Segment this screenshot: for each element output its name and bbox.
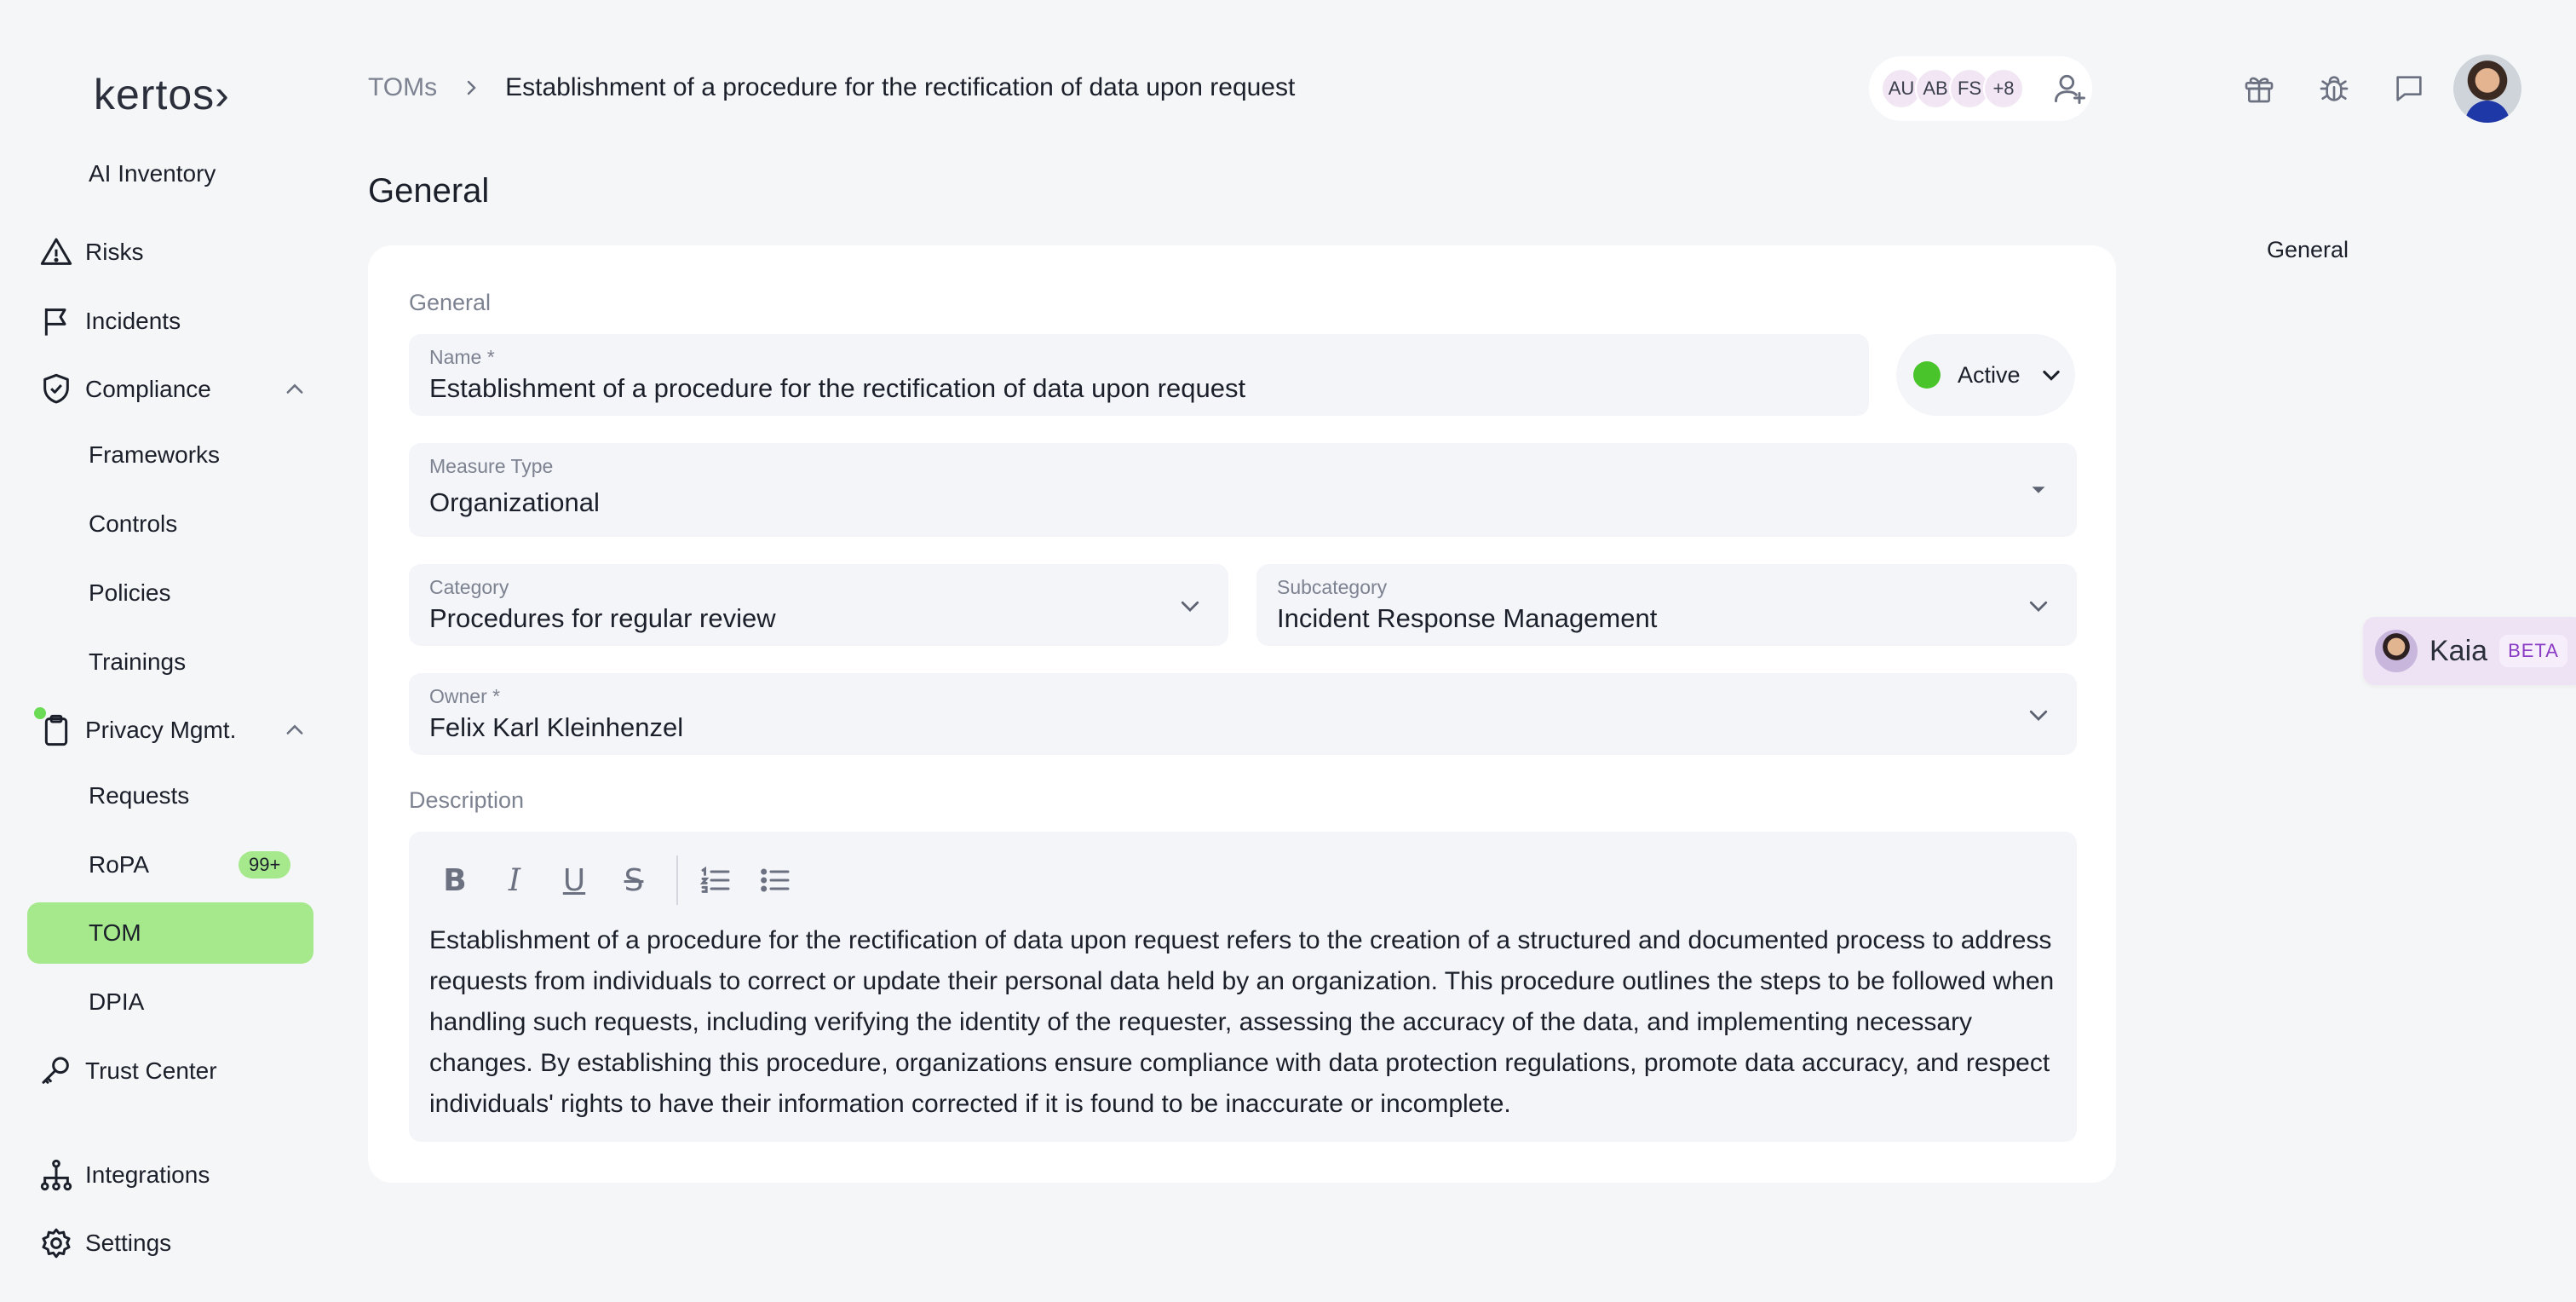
field-label: Measure Type <box>429 455 554 477</box>
field-label: Name * <box>429 346 495 368</box>
sidebar-item-label: Policies <box>89 579 171 606</box>
sidebar-item-label: Trainings <box>89 648 187 675</box>
chevron-up-icon[interactable] <box>283 718 307 742</box>
chevron-down-icon <box>2042 370 2060 381</box>
sidebar-item-label: DPIA <box>89 988 145 1015</box>
user-avatar[interactable] <box>2453 55 2521 123</box>
toc-item-general[interactable]: General <box>2267 237 2349 263</box>
sidebar-item-label: Risks <box>85 239 144 265</box>
sidebar-item-dpia[interactable]: DPIA <box>27 971 313 1033</box>
sidebar: kertos› AI Inventory Risks Incidents Com… <box>0 0 341 1302</box>
bullet-list-icon[interactable] <box>753 858 797 902</box>
bold-button[interactable]: B <box>433 858 477 902</box>
kaia-assistant-button[interactable]: Kaia BETA <box>2363 617 2576 685</box>
sidebar-item-label: Controls <box>89 510 178 537</box>
assistant-name: Kaia <box>2429 634 2488 667</box>
sidebar-item-label: RoPA <box>89 851 150 878</box>
chevron-down-icon <box>2029 710 2048 721</box>
clipboard-icon <box>27 713 85 747</box>
owner-value: Felix Karl Kleinhenzel <box>429 712 684 742</box>
underline-button[interactable]: U <box>552 858 596 902</box>
flag-icon <box>27 304 85 338</box>
chevron-down-icon <box>2029 601 2048 612</box>
field-label: Subcategory <box>1277 576 1388 598</box>
italic-button[interactable]: I <box>492 858 537 902</box>
sidebar-item-settings[interactable]: Settings <box>27 1213 313 1274</box>
shield-check-icon <box>27 372 85 406</box>
bug-icon[interactable] <box>2317 72 2351 106</box>
measure-type-value: Organizational <box>429 487 600 517</box>
section-label-general: General <box>409 290 492 315</box>
sidebar-item-label: Privacy Mgmt. <box>85 717 237 743</box>
sidebar-item-label: Frameworks <box>89 441 221 468</box>
field-label: Owner * <box>429 685 501 707</box>
field-label: Category <box>429 576 509 598</box>
ordered-list-icon[interactable] <box>693 858 738 902</box>
warning-triangle-icon <box>27 235 85 269</box>
sidebar-item-compliance[interactable]: Compliance <box>27 359 313 420</box>
sidebar-item-tom[interactable]: TOM <box>27 902 313 964</box>
name-field[interactable]: Name * Establishment of a procedure for … <box>409 334 1869 416</box>
sidebar-item-label: Incidents <box>85 308 181 334</box>
sidebar-item-requests[interactable]: Requests <box>27 765 313 827</box>
kertos-logo[interactable]: kertos› <box>94 70 230 119</box>
chevron-right-icon <box>467 80 476 95</box>
sidebar-item-policies[interactable]: Policies <box>27 562 313 624</box>
sidebar-item-label: Requests <box>89 782 190 809</box>
add-user-icon[interactable] <box>2051 70 2089 107</box>
description-editor[interactable]: B I U S Establishment of a procedure for… <box>409 832 2077 1142</box>
page-title: General <box>368 172 490 210</box>
count-badge: 99+ <box>239 851 291 879</box>
sidebar-item-trust-center[interactable]: Trust Center <box>27 1040 313 1102</box>
more-collaborators[interactable]: +8 <box>1983 68 2024 109</box>
sidebar-item-controls[interactable]: Controls <box>27 493 313 555</box>
sidebar-item-privacy-mgmt[interactable]: Privacy Mgmt. <box>27 700 313 761</box>
editor-toolbar: B I U S <box>433 856 813 905</box>
toolbar-divider <box>676 856 678 905</box>
owner-select[interactable]: Owner * Felix Karl Kleinhenzel <box>409 673 2077 755</box>
gear-icon <box>27 1226 85 1260</box>
sidebar-item-label: TOM <box>89 919 141 946</box>
sidebar-item-incidents[interactable]: Incidents <box>27 291 313 352</box>
sidebar-item-frameworks[interactable]: Frameworks <box>27 424 313 486</box>
sidebar-item-label: AI Inventory <box>89 160 216 187</box>
gift-icon[interactable] <box>2242 72 2276 106</box>
status-label: Active <box>1958 361 2021 388</box>
chevron-down-icon <box>1181 601 1199 612</box>
subcategory-select[interactable]: Subcategory Incident Response Management <box>1256 564 2077 646</box>
sidebar-item-trainings[interactable]: Trainings <box>27 631 313 693</box>
breadcrumb: TOMs Establishment of a procedure for th… <box>368 73 1295 102</box>
sidebar-item-label: Integrations <box>85 1161 210 1188</box>
assistant-avatar <box>2375 630 2418 672</box>
name-input[interactable]: Establishment of a procedure for the rec… <box>429 373 1245 404</box>
breadcrumb-current: Establishment of a procedure for the rec… <box>505 73 1296 101</box>
hierarchy-icon <box>27 1158 85 1192</box>
status-dropdown[interactable]: Active <box>1896 334 2075 416</box>
category-value: Procedures for regular review <box>429 603 776 633</box>
sidebar-item-ropa[interactable]: RoPA 99+ <box>27 834 313 896</box>
sidebar-item-ai-inventory[interactable]: AI Inventory <box>27 152 313 213</box>
category-select[interactable]: Category Procedures for regular review <box>409 564 1228 646</box>
sidebar-item-label: Trust Center <box>85 1057 217 1084</box>
collaborators[interactable]: AU AB FS +8 <box>1869 56 2092 121</box>
sidebar-item-integrations[interactable]: Integrations <box>27 1144 313 1206</box>
beta-badge: BETA <box>2499 635 2567 667</box>
key-icon <box>27 1054 85 1088</box>
status-indicator <box>1913 361 1941 389</box>
description-text[interactable]: Establishment of a procedure for the rec… <box>429 920 2056 1125</box>
sidebar-item-label: Compliance <box>85 376 211 402</box>
strikethrough-button[interactable]: S <box>612 858 656 902</box>
sidebar-item-risks[interactable]: Risks <box>27 222 313 283</box>
sidebar-item-label: Settings <box>85 1230 172 1256</box>
description-label: Description <box>409 787 525 813</box>
caret-down-icon <box>2032 487 2045 493</box>
subcategory-value: Incident Response Management <box>1277 603 1658 633</box>
breadcrumb-parent-link[interactable]: TOMs <box>368 73 437 102</box>
measure-type-select[interactable]: Measure Type Organizational <box>409 443 2077 537</box>
chat-icon[interactable] <box>2392 72 2426 106</box>
chevron-up-icon[interactable] <box>283 377 307 401</box>
